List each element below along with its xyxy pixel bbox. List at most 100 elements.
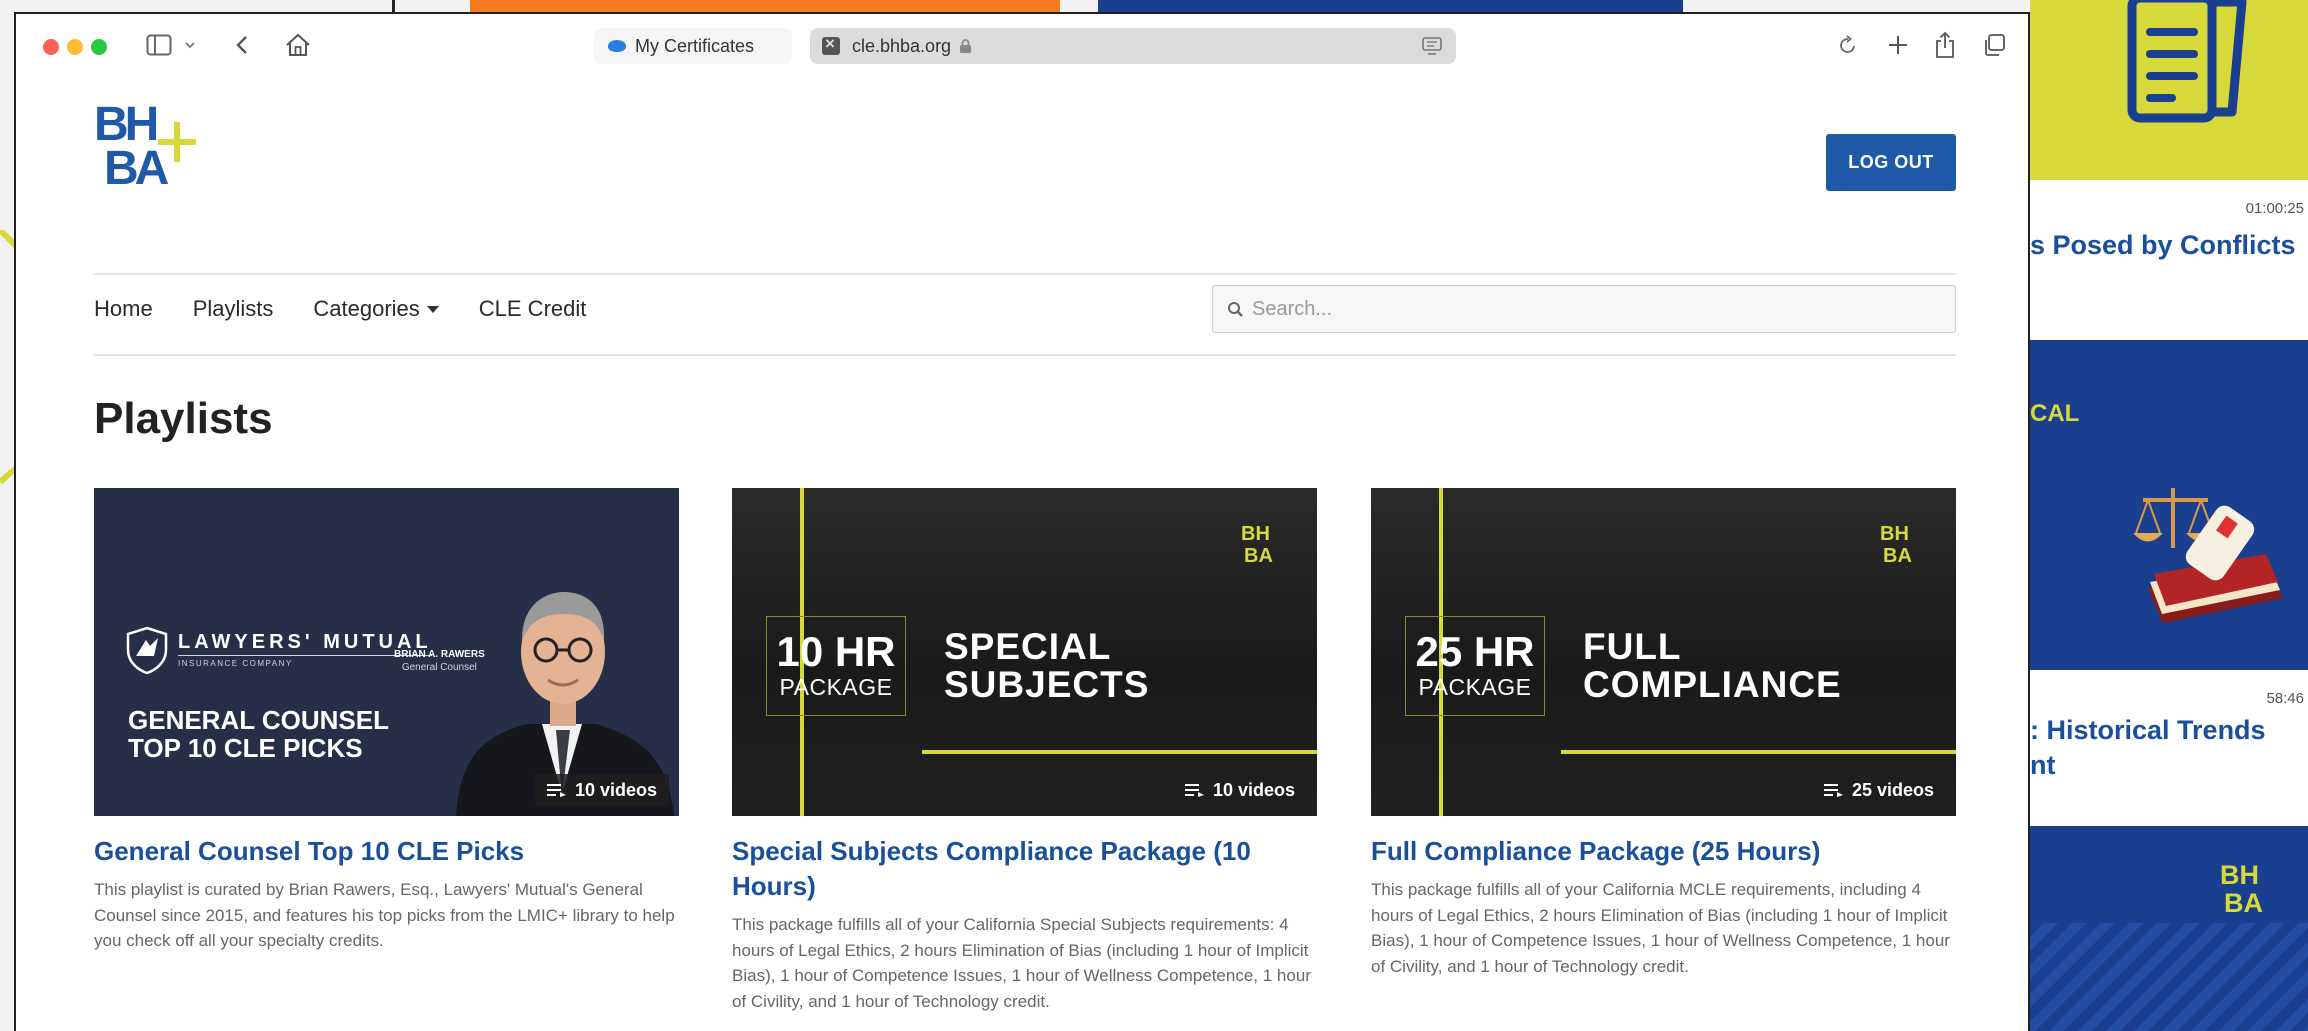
svg-text:BH: BH <box>1880 523 1909 545</box>
main-nav: Home Playlists Categories CLE Credit <box>94 292 626 326</box>
nav-item-home[interactable]: Home <box>94 296 153 322</box>
page-title: Playlists <box>94 394 273 443</box>
minimize-window-button[interactable] <box>67 39 83 55</box>
close-window-button[interactable] <box>43 39 59 55</box>
playlist-thumbnail[interactable]: 25 HR PACKAGE FULL COMPLIANCE BH BA 25 v… <box>1371 488 1956 816</box>
playlist-thumbnail[interactable]: LAWYERS' MUTUAL INSURANCE COMPANY BRIAN … <box>94 488 679 816</box>
playlist-icon <box>546 784 566 797</box>
package-hours-value: 10 HR <box>776 628 896 675</box>
nav-item-label: Categories <box>313 296 420 321</box>
playlist-description: This package fulfills all of your Califo… <box>1371 880 1950 976</box>
scales-of-justice-icon <box>2133 488 2283 623</box>
chevron-down-icon[interactable] <box>184 30 196 60</box>
video-count-badge: 25 videos <box>1811 774 1946 806</box>
divider <box>94 354 1956 356</box>
new-tab-plus-icon[interactable] <box>1887 30 1909 60</box>
browser-tab-label: My Certificates <box>635 35 755 56</box>
accent-line <box>922 750 1317 754</box>
sidebar-toggle-icon[interactable] <box>146 30 172 60</box>
bhba-logo: BH BA <box>1241 523 1273 566</box>
background-thumb-label: CAL <box>2030 400 2080 427</box>
package-label: FULL COMPLIANCE <box>1583 628 1842 704</box>
lawyers-mutual-logo: LAWYERS' MUTUAL INSURANCE COMPANY <box>126 626 432 674</box>
playlist-title-link[interactable]: Special Subjects Compliance Package (10 … <box>732 834 1317 904</box>
package-label-line: SPECIAL <box>944 626 1112 667</box>
svg-text:BA: BA <box>104 142 169 194</box>
bhba-logo[interactable]: BH BA <box>94 94 204 194</box>
playlist-description: This playlist is curated by Brian Rawers… <box>94 880 675 950</box>
svg-text:BH: BH <box>1241 523 1270 545</box>
video-count: 10 videos <box>574 779 657 800</box>
background-thumb-yellow <box>2030 0 2308 180</box>
background-video-title: : Historical Trends <box>2030 715 2266 745</box>
background-frame-edge <box>392 0 395 12</box>
package-word: PACKAGE <box>1418 674 1532 700</box>
playlist-icon <box>1184 784 1204 797</box>
background-video-list: 01:00:25 s Posed by Conflicts CAL 58:46 <box>2030 0 2308 1031</box>
svg-text:BA: BA <box>1883 545 1912 566</box>
caret-down-icon <box>426 305 439 313</box>
bhba-logo: BH BA <box>2220 860 2263 918</box>
background-video-title: nt <box>2030 750 2056 780</box>
web-page: BH BA LOG OUT Home Playlists Categories … <box>16 74 2028 1031</box>
background-video-title: s Posed by Conflicts <box>2030 230 2296 260</box>
document-icon <box>2127 0 2247 123</box>
site-favicon-icon <box>822 34 840 55</box>
shield-icon <box>126 626 168 674</box>
playlist-card: 10 HR PACKAGE SPECIAL SUBJECTS BH BA 10 … <box>732 488 1317 1014</box>
package-hours-value: 25 HR <box>1415 628 1535 675</box>
reader-view-icon[interactable] <box>1422 37 1442 55</box>
package-label-line: COMPLIANCE <box>1583 664 1842 705</box>
package-hours: 25 HR PACKAGE <box>1411 628 1539 701</box>
background-stripes <box>2030 923 2308 1031</box>
background-blue-strip <box>1098 0 1683 12</box>
package-label-line: FULL <box>1583 626 1682 667</box>
accent-line <box>1561 750 1956 754</box>
nav-item-playlists[interactable]: Playlists <box>193 296 274 322</box>
svg-text:BH: BH <box>2220 860 2259 890</box>
share-icon[interactable] <box>1934 30 1956 60</box>
background-thumb-blue: CAL <box>2030 340 2308 670</box>
package-word: PACKAGE <box>779 674 893 700</box>
home-icon[interactable] <box>284 30 312 60</box>
background-video-duration: 01:00:25 <box>2245 200 2304 217</box>
address-bar[interactable]: cle.bhba.org <box>810 28 1456 64</box>
svg-text:BA: BA <box>1244 545 1273 566</box>
playlist-icon <box>1823 784 1843 797</box>
reload-icon[interactable] <box>1838 30 1858 60</box>
playlist-card: 25 HR PACKAGE FULL COMPLIANCE BH BA 25 v… <box>1371 488 1956 979</box>
playlist-title-link[interactable]: General Counsel Top 10 CLE Picks <box>94 834 679 869</box>
divider <box>94 273 1956 275</box>
package-label: SPECIAL SUBJECTS <box>944 628 1149 704</box>
background-orange-strip <box>470 0 1060 12</box>
thumbnail-headline-line: TOP 10 CLE PICKS <box>128 733 363 763</box>
nav-item-cle-credit[interactable]: CLE Credit <box>479 296 587 322</box>
bhba-logo: BH BA <box>1880 523 1912 566</box>
playlist-thumbnail[interactable]: 10 HR PACKAGE SPECIAL SUBJECTS BH BA 10 … <box>732 488 1317 816</box>
video-count-badge: 10 videos <box>1172 774 1307 806</box>
browser-tab[interactable]: My Certificates <box>594 28 792 64</box>
cloud-favicon-icon <box>608 40 626 52</box>
background-thumb-blue: BH BA <box>2030 826 2308 1031</box>
package-hours: 10 HR PACKAGE <box>772 628 900 701</box>
background-video-duration: 58:46 <box>2266 690 2304 707</box>
address-text: cle.bhba.org <box>852 35 952 56</box>
search-box <box>1212 285 1956 333</box>
package-label-line: SUBJECTS <box>944 664 1150 705</box>
video-count: 10 videos <box>1212 779 1295 800</box>
browser-window: My Certificates cle.bhba.org BH BA LOG O… <box>14 12 2030 1031</box>
lock-icon <box>960 39 972 53</box>
nav-item-categories[interactable]: Categories <box>313 296 439 322</box>
search-input[interactable] <box>1252 297 1932 321</box>
search-icon <box>1228 301 1243 317</box>
playlist-title-link[interactable]: Full Compliance Package (25 Hours) <box>1371 834 1956 869</box>
playlist-description: This package fulfills all of your Califo… <box>732 915 1311 1011</box>
zoom-window-button[interactable] <box>91 39 107 55</box>
back-arrow-icon[interactable] <box>234 30 250 60</box>
video-count-badge: 10 videos <box>534 774 669 806</box>
video-count: 25 videos <box>1851 779 1934 800</box>
svg-text:BA: BA <box>2224 888 2263 918</box>
tab-overview-icon[interactable] <box>1982 30 2006 60</box>
browser-toolbar: My Certificates cle.bhba.org <box>16 14 2028 74</box>
log-out-button[interactable]: LOG OUT <box>1826 134 1956 191</box>
